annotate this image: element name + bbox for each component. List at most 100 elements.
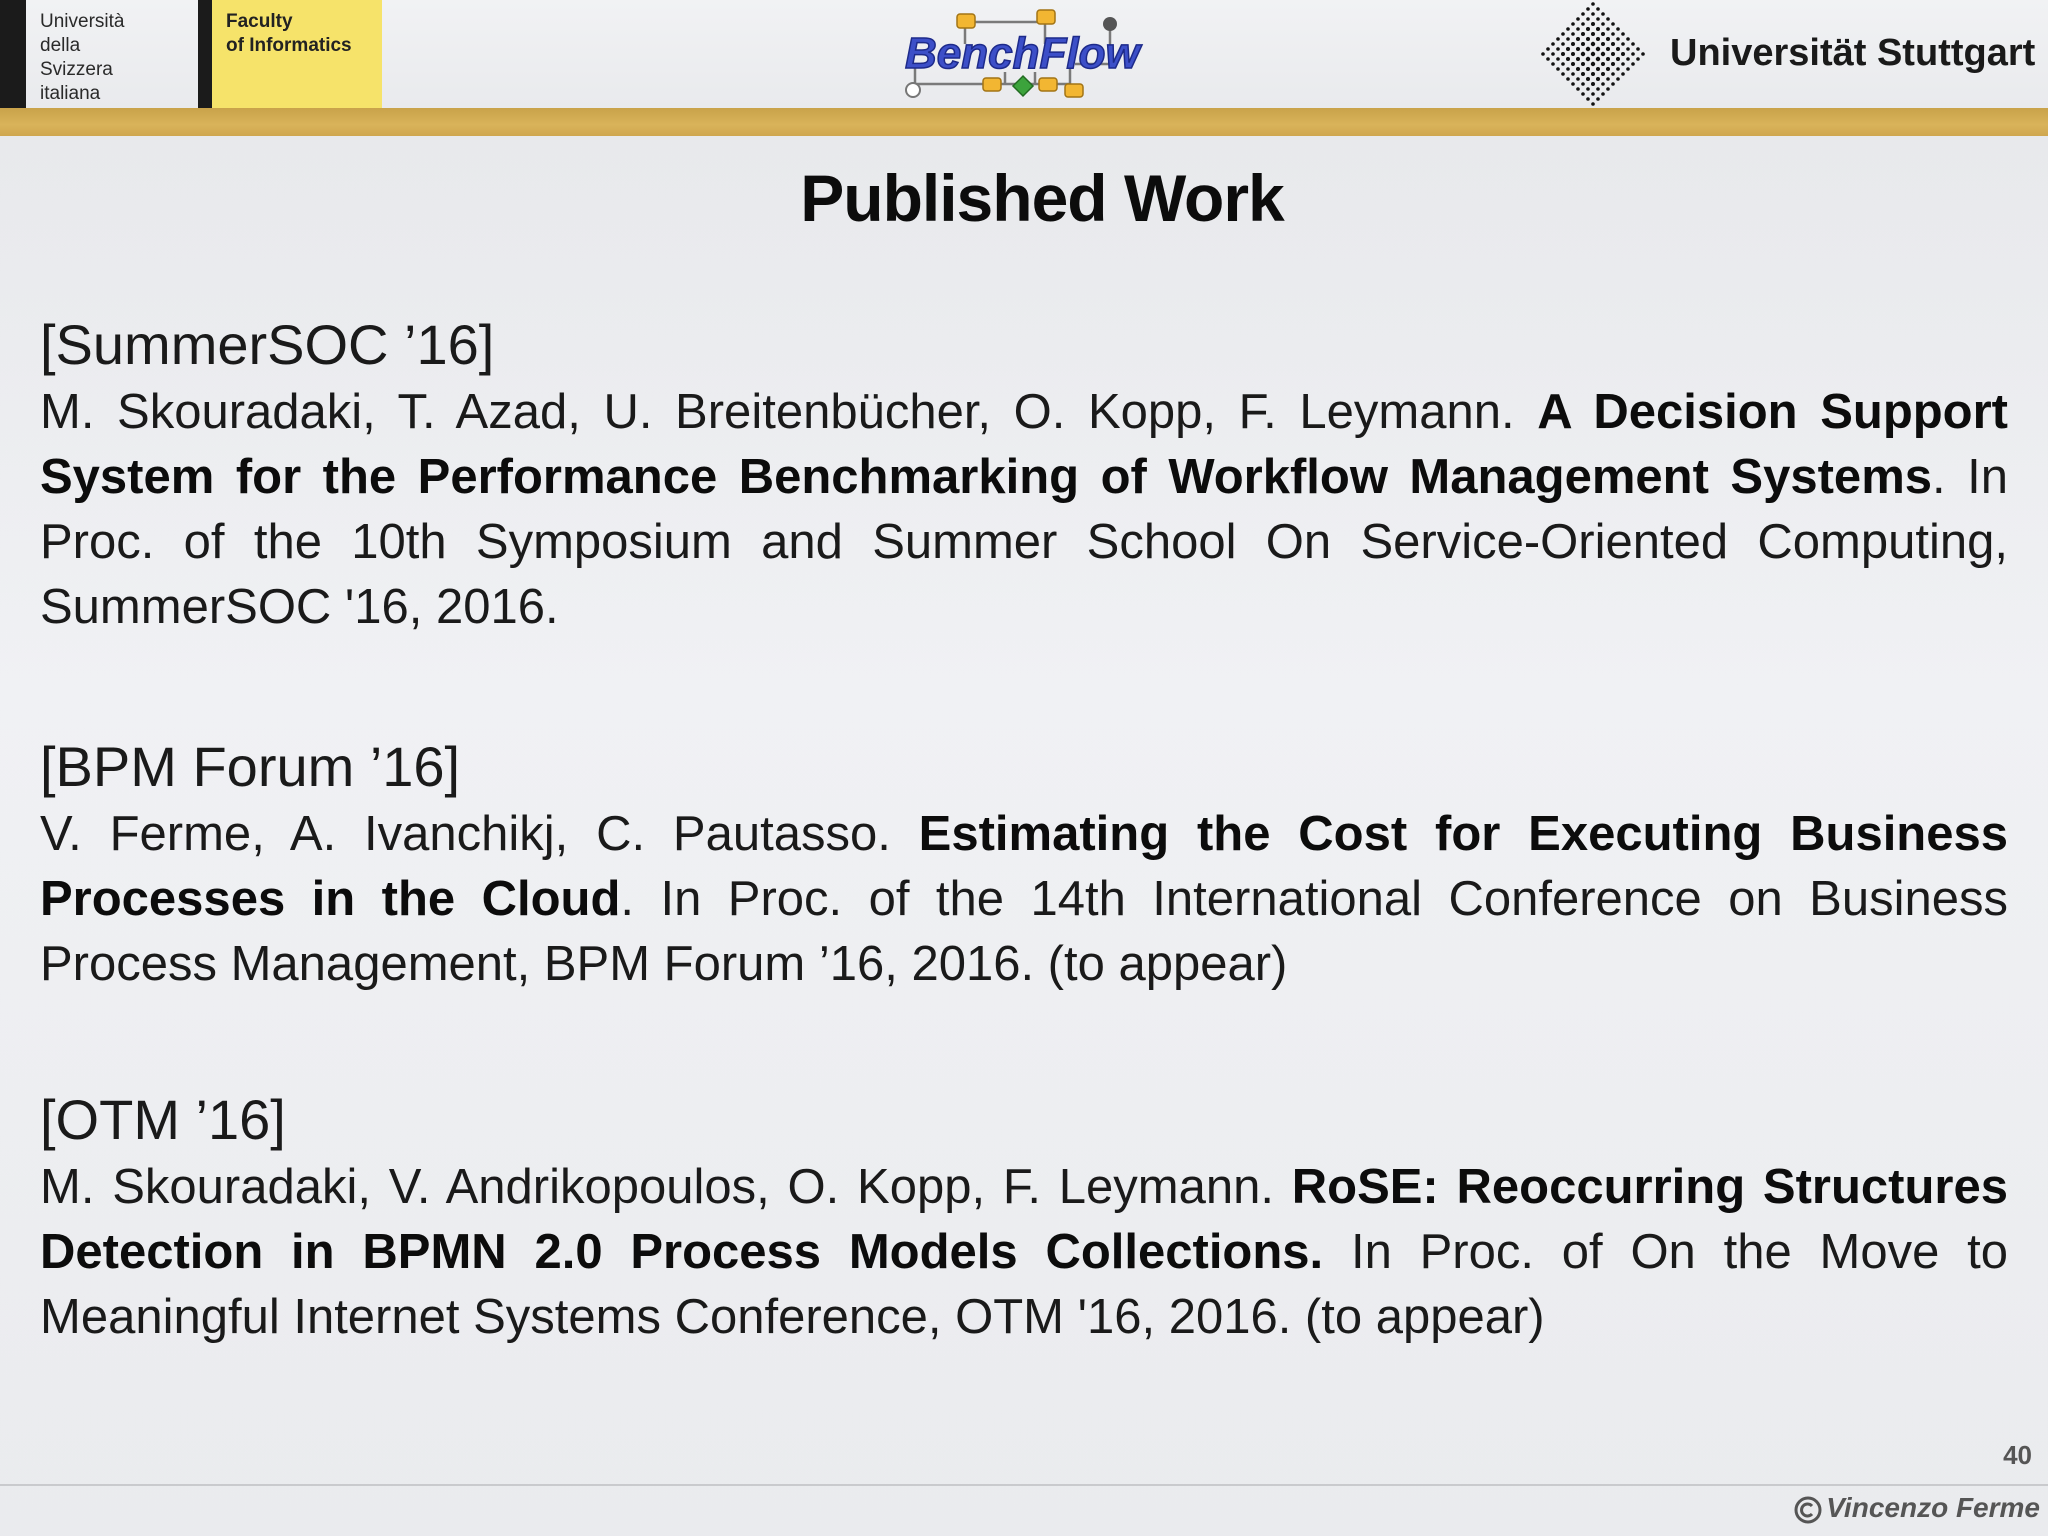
logo-dot	[1596, 67, 1600, 71]
logo-dot	[1586, 27, 1590, 31]
logo-dot	[1581, 72, 1585, 76]
slide-header: Università della Svizzera italiana Facul…	[0, 0, 2048, 108]
logo-dot	[1595, 56, 1601, 62]
logo-dot	[1576, 67, 1580, 71]
logo-dot	[1561, 32, 1565, 36]
logo-dot	[1571, 22, 1575, 26]
logo-dot	[1606, 57, 1610, 61]
publication-authors: M. Skouradaki, T. Azad, U. Breitenbücher…	[40, 385, 1538, 439]
uni-stuttgart-name: Universität Stuttgart	[1670, 32, 2036, 74]
logo-dot	[1601, 12, 1605, 16]
logo-dot	[1606, 27, 1610, 31]
logo-dot	[1556, 47, 1560, 51]
logo-dot	[1621, 42, 1625, 46]
logo-dot	[1601, 82, 1605, 86]
logo-dot	[1566, 67, 1570, 71]
logo-dot	[1596, 37, 1600, 41]
logo-dot	[1541, 52, 1545, 56]
logo-dot	[1561, 72, 1565, 76]
logo-dot	[1571, 72, 1575, 76]
logo-dot	[1626, 37, 1630, 41]
logo-dot	[1606, 17, 1610, 21]
logo-dot	[1566, 27, 1570, 31]
logo-dot	[1621, 52, 1625, 56]
logo-dot	[1571, 52, 1575, 56]
logo-dot	[1586, 87, 1590, 91]
logo-dot	[1616, 37, 1620, 41]
logo-dot	[1551, 62, 1555, 66]
logo-dot	[1601, 92, 1605, 96]
logo-dot	[1596, 17, 1600, 21]
publication-tag: [OTM ’16]	[40, 1088, 286, 1151]
logo-dot	[1591, 102, 1595, 106]
logo-dot	[1596, 27, 1600, 31]
logo-dot	[1581, 42, 1585, 46]
logo-dot	[1581, 82, 1585, 86]
logo-dot	[1601, 72, 1605, 76]
logo-dot	[1556, 57, 1560, 61]
logo-dot	[1631, 42, 1635, 46]
logo-dot	[1626, 47, 1630, 51]
usi-line: Svizzera	[40, 59, 113, 80]
logo-dot	[1566, 77, 1570, 81]
logo-dot	[1595, 46, 1601, 52]
logo-dot	[1596, 7, 1600, 11]
faculty-line: of Informatics	[226, 35, 352, 56]
usi-logo-bar	[198, 0, 212, 108]
logo-dot	[1576, 47, 1580, 51]
usi-line: Università	[40, 11, 125, 32]
logo-dot	[1626, 67, 1630, 71]
logo-dot	[1566, 47, 1570, 51]
logo-dot	[1626, 57, 1630, 61]
logo-dot	[1616, 57, 1620, 61]
logo-dot	[1585, 46, 1591, 52]
header-gold-bar	[0, 108, 2048, 136]
logo-dot	[1591, 72, 1595, 76]
logo-dot	[1616, 67, 1620, 71]
logo-dot	[1590, 51, 1596, 57]
logo-dot	[1591, 2, 1595, 6]
publication-tag: [BPM Forum ’16]	[40, 735, 461, 798]
logo-dot	[1581, 62, 1585, 66]
logo-dot	[1601, 62, 1605, 66]
logo-dot	[1591, 32, 1595, 36]
usi-line: italiana	[40, 83, 101, 104]
logo-dot	[1621, 72, 1625, 76]
logo-dot	[1591, 12, 1595, 16]
logo-dot	[1551, 42, 1555, 46]
usi-logo-text: Università della Svizzera italiana	[40, 10, 190, 106]
footer-divider	[0, 1484, 2048, 1486]
logo-dot	[1571, 32, 1575, 36]
logo-dot	[1611, 22, 1615, 26]
logo-dot	[1586, 37, 1590, 41]
logo-dot	[1580, 51, 1586, 57]
uni-stuttgart-logo	[1541, 2, 1645, 106]
logo-dot	[1546, 57, 1550, 61]
faculty-logo: Faculty of Informatics	[212, 0, 382, 108]
logo-dot	[1641, 52, 1645, 56]
logo-dot	[1546, 47, 1550, 51]
logo-dot	[1581, 12, 1585, 16]
logo-dot	[1581, 22, 1585, 26]
logo-dot	[1576, 17, 1580, 21]
logo-dot	[1561, 62, 1565, 66]
logo-dot	[1611, 72, 1615, 76]
publication-item: [OTM ’16] M. Skouradaki, V. Andrikopoulo…	[40, 1085, 2008, 1350]
logo-dot	[1611, 82, 1615, 86]
publication-citation: V. Ferme, A. Ivanchikj, C. Pautasso. Est…	[40, 802, 2008, 997]
logo-dot	[1571, 62, 1575, 66]
logo-dot	[1606, 37, 1610, 41]
logo-dot	[1586, 67, 1590, 71]
author-name: Vincenzo Ferme	[1826, 1492, 2040, 1523]
logo-dot	[1576, 57, 1580, 61]
logo-dot	[1601, 22, 1605, 26]
logo-dot	[1636, 57, 1640, 61]
logo-dot	[1631, 52, 1635, 56]
publication-citation: M. Skouradaki, V. Andrikopoulos, O. Kopp…	[40, 1155, 2008, 1350]
logo-dot	[1611, 42, 1615, 46]
logo-dot	[1591, 22, 1595, 26]
logo-dot	[1586, 7, 1590, 11]
logo-dot	[1591, 82, 1595, 86]
logo-dot	[1606, 47, 1610, 51]
logo-dot	[1616, 27, 1620, 31]
